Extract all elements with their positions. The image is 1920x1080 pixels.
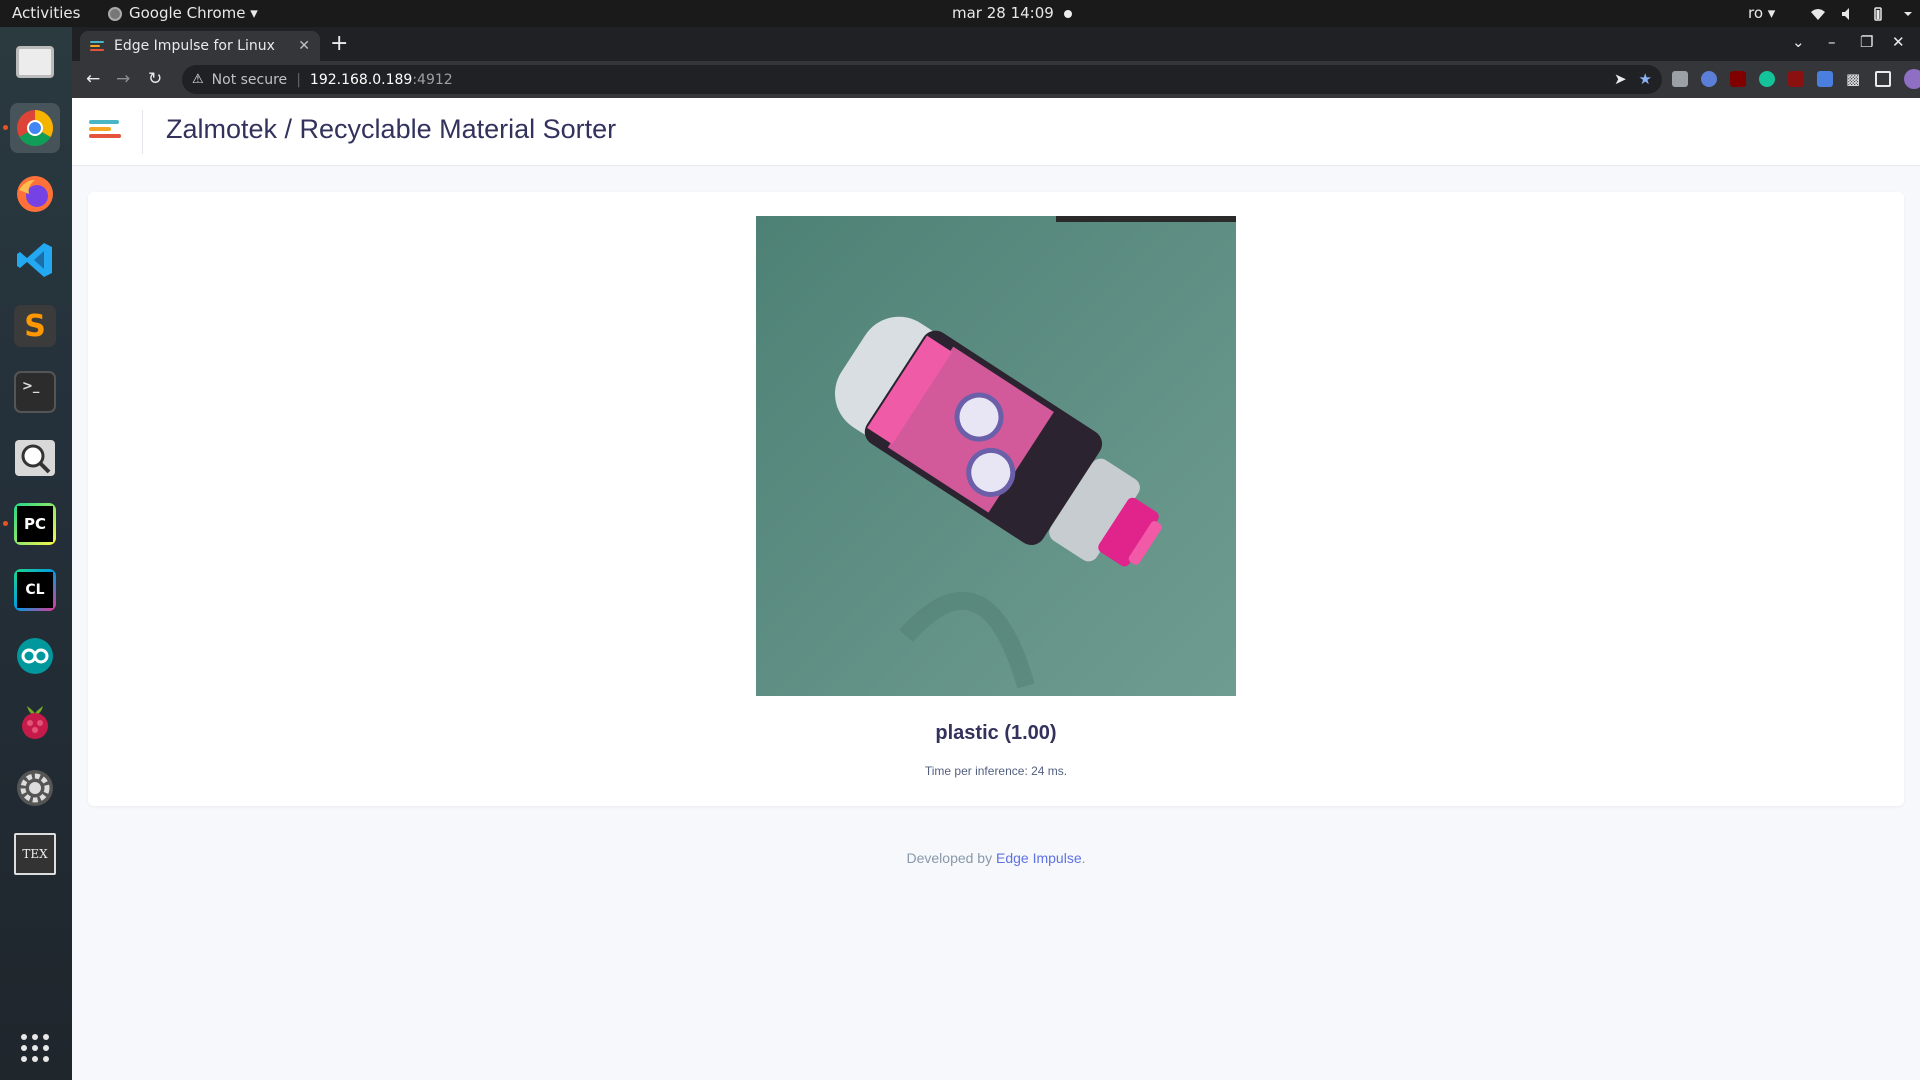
camera-frame [756, 216, 1236, 696]
chrome-icon [17, 110, 54, 147]
page-header: Zalmotek / Recyclable Material Sorter [72, 98, 1920, 166]
image-viewer-icon [15, 440, 55, 476]
forward-button[interactable]: → [116, 68, 130, 90]
url-port: :4912 [412, 71, 453, 88]
send-icon[interactable]: ➤ [1614, 70, 1627, 88]
terminal-icon: >_ [14, 371, 56, 413]
warning-icon: ⚠ [192, 72, 204, 87]
raspberry-pi-icon [22, 706, 48, 739]
dock-chrome[interactable] [3, 103, 60, 153]
dock-terminal[interactable]: >_ [10, 367, 60, 417]
reload-button[interactable]: ↻ [148, 68, 162, 90]
footer: Developed by Edge Impulse. [72, 850, 1920, 866]
chevron-down-icon [1904, 11, 1912, 16]
minimize-button[interactable]: – [1828, 33, 1836, 51]
dock: S >_ PC CL TEX [0, 27, 72, 1080]
grid-icon [21, 1034, 49, 1062]
dock-pycharm[interactable]: PC [3, 499, 60, 549]
extension-icon[interactable] [1788, 71, 1804, 87]
tab-close-icon[interactable]: ✕ [298, 38, 310, 54]
system-top-bar: Activities Google Chrome ▾ mar 28 14:09 … [0, 0, 1920, 27]
page-viewport: Zalmotek / Recyclable Material Sorter pl… [72, 98, 1920, 1080]
footer-prefix: Developed by [906, 850, 996, 866]
dock-arduino[interactable] [10, 631, 60, 681]
extension-icon[interactable] [1701, 71, 1717, 87]
dock-clion[interactable]: CL [10, 565, 60, 615]
vscode-icon [17, 243, 52, 277]
texmaker-icon: TEX [14, 833, 56, 875]
firefox-icon [17, 176, 53, 212]
edge-impulse-logo-icon[interactable] [89, 120, 123, 138]
puzzle-icon[interactable]: ▩ [1846, 71, 1862, 87]
sublime-text-icon: S [14, 305, 56, 347]
avatar[interactable] [1904, 69, 1920, 89]
extension-icon[interactable] [1672, 71, 1688, 87]
tab-title: Edge Impulse for Linux [114, 38, 275, 54]
running-indicator [3, 521, 8, 526]
ublock-icon[interactable] [1730, 71, 1746, 87]
wifi-icon [1811, 8, 1825, 20]
recording-indicator-icon [1063, 9, 1072, 18]
dock-vscode[interactable] [10, 235, 60, 285]
battery-icon [1874, 6, 1882, 21]
dock-image-viewer[interactable] [10, 433, 60, 483]
show-applications-button[interactable] [10, 1023, 60, 1073]
arduino-icon [17, 638, 53, 674]
footer-suffix: . [1081, 850, 1086, 866]
classification-card: plastic (1.00) Time per inference: 24 ms… [88, 192, 1904, 806]
security-label[interactable]: Not secure [212, 72, 288, 88]
gear-icon [17, 770, 53, 806]
dock-sublime-text[interactable]: S [10, 301, 60, 351]
browser-tab-strip: Edge Impulse for Linux ✕ + ⌄ – ❐ ✕ [72, 27, 1920, 61]
chrome-app-icon [108, 6, 122, 21]
extensions-area: ▩ ⋮ [1672, 69, 1920, 89]
inference-time: Time per inference: 24 ms. [924, 764, 1068, 778]
address-bar[interactable]: ⚠ Not secure | 192.168.0.189:4912 ➤ ★ [182, 65, 1662, 94]
files-icon [16, 46, 54, 78]
close-window-button[interactable]: ✕ [1892, 33, 1905, 51]
translate-icon[interactable] [1817, 71, 1833, 87]
dock-texmaker[interactable]: TEX [10, 829, 60, 879]
volume-icon [1842, 7, 1849, 20]
pycharm-icon: PC [14, 503, 56, 545]
bookmark-star-icon[interactable]: ★ [1639, 70, 1652, 88]
grammarly-icon[interactable] [1759, 71, 1775, 87]
address-separator: | [296, 71, 301, 88]
header-divider [142, 110, 143, 154]
app-menu-label: Google Chrome ▾ [129, 4, 258, 22]
clock-label: mar 28 14:09 [952, 4, 1054, 22]
browser-tab[interactable]: Edge Impulse for Linux ✕ [80, 31, 320, 61]
url-host: 192.168.0.189 [309, 71, 413, 88]
clion-icon: CL [14, 569, 56, 611]
camera-image [756, 216, 1236, 696]
app-menu[interactable]: Google Chrome ▾ [108, 0, 258, 27]
maximize-button[interactable]: ❐ [1860, 33, 1873, 51]
clock[interactable]: mar 28 14:09 [952, 0, 1072, 27]
side-panel-icon[interactable] [1875, 71, 1891, 87]
new-tab-button[interactable]: + [330, 33, 348, 55]
activities-button[interactable]: Activities [12, 0, 80, 27]
classification-result: plastic (1.00) [935, 722, 1057, 744]
dock-raspberry-pi[interactable] [10, 697, 60, 747]
dock-files[interactable] [10, 37, 60, 87]
edge-impulse-favicon-icon [90, 41, 104, 51]
system-tray[interactable] [1810, 0, 1916, 27]
dock-firefox[interactable] [10, 169, 60, 219]
address-bar-actions: ➤ ★ [1614, 70, 1652, 88]
dock-settings[interactable] [10, 763, 60, 813]
running-indicator [3, 125, 8, 130]
tab-search-icon[interactable]: ⌄ [1792, 33, 1805, 51]
browser-toolbar: ← → ↻ ⚠ Not secure | 192.168.0.189:4912 … [72, 61, 1920, 98]
back-button[interactable]: ← [86, 68, 100, 90]
page-title: Zalmotek / Recyclable Material Sorter [166, 114, 617, 144]
keyboard-layout-indicator[interactable]: ro ▾ [1748, 0, 1775, 27]
edge-impulse-link[interactable]: Edge Impulse [996, 850, 1082, 866]
